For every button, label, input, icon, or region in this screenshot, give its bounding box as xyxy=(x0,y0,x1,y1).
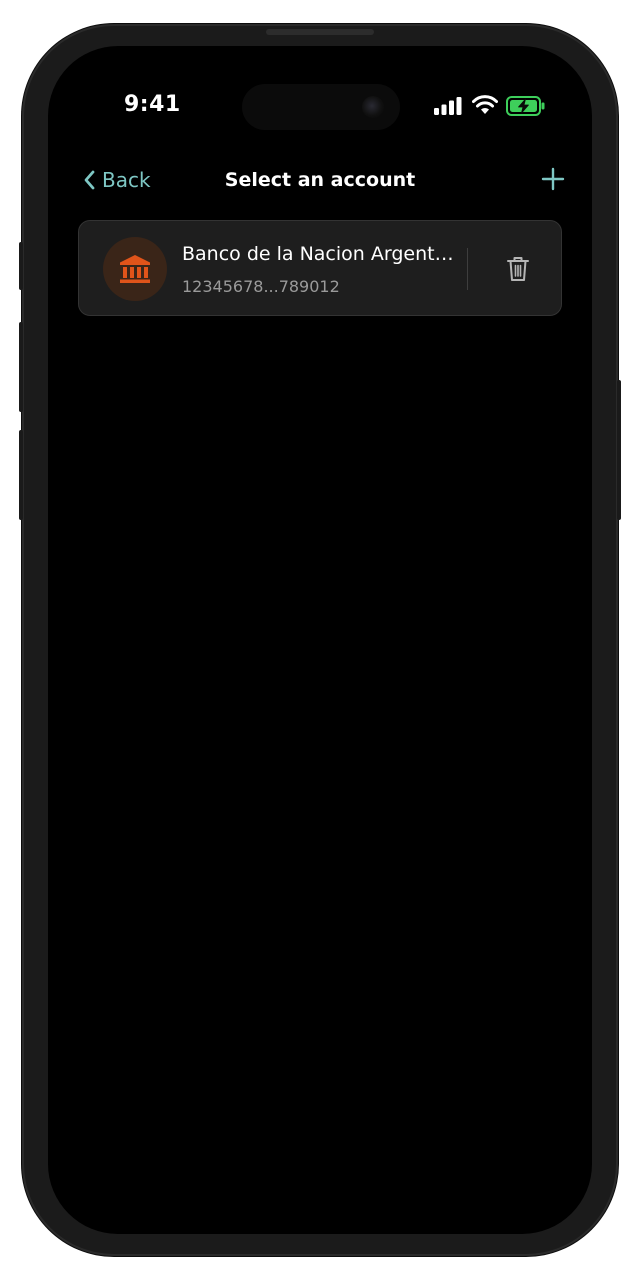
earpiece xyxy=(266,29,374,35)
card-divider xyxy=(467,248,468,290)
battery-charging-icon xyxy=(506,96,545,116)
status-icons xyxy=(434,94,570,118)
screen: 9:41 Back Select an account Banco de la … xyxy=(48,46,592,1234)
dynamic-island xyxy=(242,84,400,130)
cellular-signal-icon xyxy=(434,97,462,115)
trash-icon xyxy=(507,257,529,281)
account-number: 12345678...789012 xyxy=(182,277,340,296)
phone-frame: 9:41 Back Select an account Banco de la … xyxy=(19,24,621,1256)
account-card[interactable]: Banco de la Nacion Argentina 12345678...… xyxy=(78,220,562,316)
power-button xyxy=(617,380,621,520)
delete-account-button[interactable] xyxy=(505,255,531,283)
account-name: Banco de la Nacion Argentina xyxy=(182,243,458,265)
plus-icon xyxy=(541,167,565,191)
volume-up-button xyxy=(19,322,23,412)
wifi-icon xyxy=(472,95,498,114)
add-account-button[interactable] xyxy=(538,164,568,194)
navigation-bar: Back Select an account xyxy=(48,164,592,204)
page-title: Select an account xyxy=(224,169,416,191)
bank-avatar xyxy=(103,237,167,301)
front-camera xyxy=(362,96,384,118)
status-time: 9:41 xyxy=(124,92,181,117)
volume-down-button xyxy=(19,430,23,520)
action-button xyxy=(19,242,23,290)
bank-icon xyxy=(120,255,150,283)
